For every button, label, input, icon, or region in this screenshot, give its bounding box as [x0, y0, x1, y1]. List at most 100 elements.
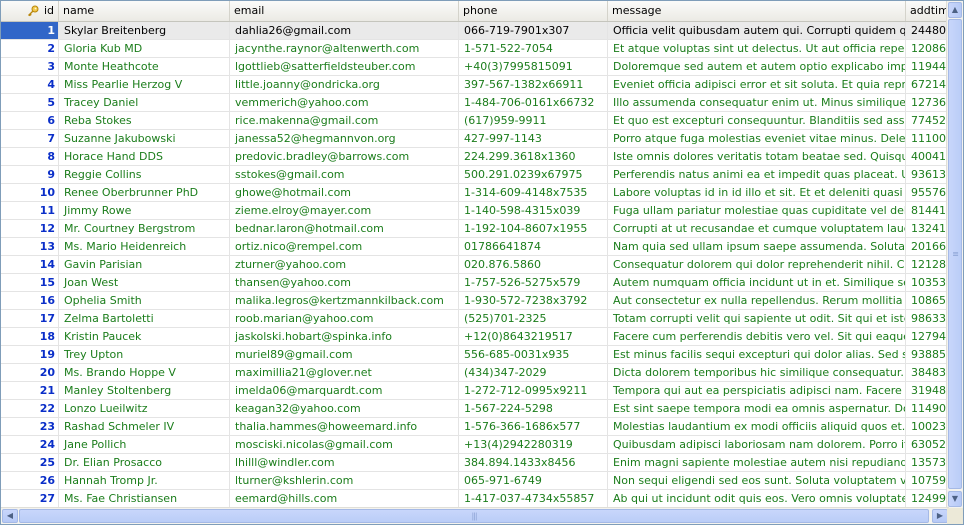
- cell-name[interactable]: Ms. Brando Hoppe V: [59, 364, 230, 382]
- table-row[interactable]: 27 Ms. Fae Christiansen eemard@hills.com 1-…: [1, 490, 949, 508]
- arrow-right-icon[interactable]: ▶: [932, 509, 948, 523]
- cell-email[interactable]: little.joanny@ondricka.org: [230, 76, 459, 94]
- table-row[interactable]: 11 Jimmy Rowe zieme.elroy@mayer.com 1-140-5…: [1, 202, 949, 220]
- cell-message[interactable]: Totam corrupti velit qui sapiente ut odi…: [608, 310, 906, 328]
- table-row[interactable]: 3 Monte Heathcote lgottlieb@satterfieldste…: [1, 58, 949, 76]
- cell-id[interactable]: 16: [1, 292, 59, 310]
- column-header-name[interactable]: name: [59, 1, 230, 21]
- cell-id[interactable]: 1: [1, 22, 59, 40]
- cell-phone[interactable]: 1-757-526-5275x579: [459, 274, 608, 292]
- cell-id[interactable]: 8: [1, 148, 59, 166]
- cell-message[interactable]: Officia velit quibusdam autem qui. Corru…: [608, 22, 906, 40]
- cell-id[interactable]: 24: [1, 436, 59, 454]
- cell-message[interactable]: Perferendis natus animi ea et impedit qu…: [608, 166, 906, 184]
- cell-email[interactable]: mosciski.nicolas@gmail.com: [230, 436, 459, 454]
- table-row[interactable]: 9 Reggie Collins sstokes@gmail.com 500.291.…: [1, 166, 949, 184]
- cell-addtime[interactable]: 24480...: [906, 22, 949, 40]
- cell-id[interactable]: 21: [1, 382, 59, 400]
- cell-name[interactable]: Ms. Mario Heidenreich: [59, 238, 230, 256]
- cell-addtime[interactable]: 13241...: [906, 220, 949, 238]
- cell-message[interactable]: Porro atque fuga molestias eveniet vitae…: [608, 130, 906, 148]
- cell-message[interactable]: Est sint saepe tempora modi ea omnis asp…: [608, 400, 906, 418]
- cell-name[interactable]: Miss Pearlie Herzog V: [59, 76, 230, 94]
- cell-message[interactable]: Nam quia sed ullam ipsum saepe assumenda…: [608, 238, 906, 256]
- cell-addtime[interactable]: 20166...: [906, 238, 949, 256]
- table-row[interactable]: 2 Gloria Kub MD jacynthe.raynor@altenwerth…: [1, 40, 949, 58]
- cell-email[interactable]: rice.makenna@gmail.com: [230, 112, 459, 130]
- cell-name[interactable]: Trey Upton: [59, 346, 230, 364]
- vertical-scrollbar[interactable]: ▲ ≡ ▼: [946, 1, 963, 508]
- table-row[interactable]: 7 Suzanne Jakubowski janessa52@hegmannvon.…: [1, 130, 949, 148]
- cell-phone[interactable]: 1-571-522-7054: [459, 40, 608, 58]
- cell-message[interactable]: Consequatur dolorem qui dolor reprehende…: [608, 256, 906, 274]
- cell-name[interactable]: Gavin Parisian: [59, 256, 230, 274]
- cell-name[interactable]: Mr. Courtney Bergstrom: [59, 220, 230, 238]
- cell-addtime[interactable]: 10353...: [906, 274, 949, 292]
- cell-email[interactable]: janessa52@hegmannvon.org: [230, 130, 459, 148]
- cell-phone[interactable]: 1-567-224-5298: [459, 400, 608, 418]
- cell-phone[interactable]: (525)701-2325: [459, 310, 608, 328]
- cell-email[interactable]: thalia.hammes@howeemard.info: [230, 418, 459, 436]
- column-header-addtime[interactable]: addtime: [906, 1, 949, 21]
- cell-phone[interactable]: 500.291.0239x67975: [459, 166, 608, 184]
- arrow-left-icon[interactable]: ◀: [2, 509, 18, 523]
- cell-message[interactable]: Et atque voluptas sint ut delectus. Ut a…: [608, 40, 906, 58]
- cell-message[interactable]: Doloremque sed autem et autem optio expl…: [608, 58, 906, 76]
- table-row[interactable]: 15 Joan West thansen@yahoo.com 1-757-526-52…: [1, 274, 949, 292]
- cell-id[interactable]: 14: [1, 256, 59, 274]
- cell-addtime[interactable]: 95576...: [906, 184, 949, 202]
- cell-email[interactable]: keagan32@yahoo.com: [230, 400, 459, 418]
- cell-addtime[interactable]: 10023...: [906, 418, 949, 436]
- cell-email[interactable]: jaskolski.hobart@spinka.info: [230, 328, 459, 346]
- cell-id[interactable]: 17: [1, 310, 59, 328]
- table-row[interactable]: 4 Miss Pearlie Herzog Vlittle.joanny@ondr…: [1, 76, 949, 94]
- cell-name[interactable]: Lonzo Lueilwitz: [59, 400, 230, 418]
- cell-message[interactable]: Autem numquam officia incidunt ut in et.…: [608, 274, 906, 292]
- cell-name[interactable]: Reggie Collins: [59, 166, 230, 184]
- cell-name[interactable]: Suzanne Jakubowski: [59, 130, 230, 148]
- cell-name[interactable]: Skylar Breitenberg: [59, 22, 230, 40]
- cell-addtime[interactable]: 10759...: [906, 472, 949, 490]
- cell-message[interactable]: Est minus facilis sequi excepturi qui do…: [608, 346, 906, 364]
- cell-addtime[interactable]: 11100...: [906, 130, 949, 148]
- cell-addtime[interactable]: 98633...: [906, 310, 949, 328]
- arrow-down-icon[interactable]: ▼: [948, 491, 962, 507]
- cell-addtime[interactable]: 11944...: [906, 58, 949, 76]
- cell-message[interactable]: Quibusdam adipisci laboriosam nam dolore…: [608, 436, 906, 454]
- cell-email[interactable]: dahlia26@gmail.com: [230, 22, 459, 40]
- cell-addtime[interactable]: 10865...: [906, 292, 949, 310]
- cell-message[interactable]: Aut consectetur ex nulla repellendus. Re…: [608, 292, 906, 310]
- cell-phone[interactable]: +40(3)7995815091: [459, 58, 608, 76]
- cell-name[interactable]: Monte Heathcote: [59, 58, 230, 76]
- cell-phone[interactable]: (434)347-2029: [459, 364, 608, 382]
- cell-id[interactable]: 15: [1, 274, 59, 292]
- table-row[interactable]: 12 Mr. Courtney Bergstrom bednar.laron@hot…: [1, 220, 949, 238]
- cell-message[interactable]: Fuga ullam pariatur molestiae quas cupid…: [608, 202, 906, 220]
- cell-addtime[interactable]: 31948...: [906, 382, 949, 400]
- cell-id[interactable]: 23: [1, 418, 59, 436]
- cell-phone[interactable]: 427-997-1143: [459, 130, 608, 148]
- table-row[interactable]: 14 Gavin Parisian zturner@yahoo.com 020.876…: [1, 256, 949, 274]
- horizontal-scroll-thumb[interactable]: |||: [19, 509, 929, 523]
- cell-addtime[interactable]: 40041...: [906, 148, 949, 166]
- table-row[interactable]: 1 Skylar Breitenberg dahlia26@gmail.com 066…: [1, 22, 949, 40]
- cell-phone[interactable]: 065-971-6749: [459, 472, 608, 490]
- table-row[interactable]: 23 Rashad Schmeler IV thalia.hammes@howeem…: [1, 418, 949, 436]
- cell-phone[interactable]: 1-192-104-8607x1955: [459, 220, 608, 238]
- cell-id[interactable]: 22: [1, 400, 59, 418]
- cell-name[interactable]: Jane Pollich: [59, 436, 230, 454]
- cell-addtime[interactable]: 77452...: [906, 112, 949, 130]
- cell-phone[interactable]: +12(0)8643219517: [459, 328, 608, 346]
- cell-message[interactable]: Facere cum perferendis debitis vero vel.…: [608, 328, 906, 346]
- cell-addtime[interactable]: 81441...: [906, 202, 949, 220]
- table-row[interactable]: 10 Renee Oberbrunner PhD ghowe@hotmail.com…: [1, 184, 949, 202]
- cell-message[interactable]: Non sequi eligendi sed eos sunt. Soluta …: [608, 472, 906, 490]
- cell-phone[interactable]: 1-576-366-1686x577: [459, 418, 608, 436]
- cell-name[interactable]: Hannah Tromp Jr.: [59, 472, 230, 490]
- cell-id[interactable]: 12: [1, 220, 59, 238]
- cell-name[interactable]: Ophelia Smith: [59, 292, 230, 310]
- cell-id[interactable]: 27: [1, 490, 59, 508]
- cell-name[interactable]: Zelma Bartoletti: [59, 310, 230, 328]
- cell-id[interactable]: 20: [1, 364, 59, 382]
- cell-email[interactable]: zieme.elroy@mayer.com: [230, 202, 459, 220]
